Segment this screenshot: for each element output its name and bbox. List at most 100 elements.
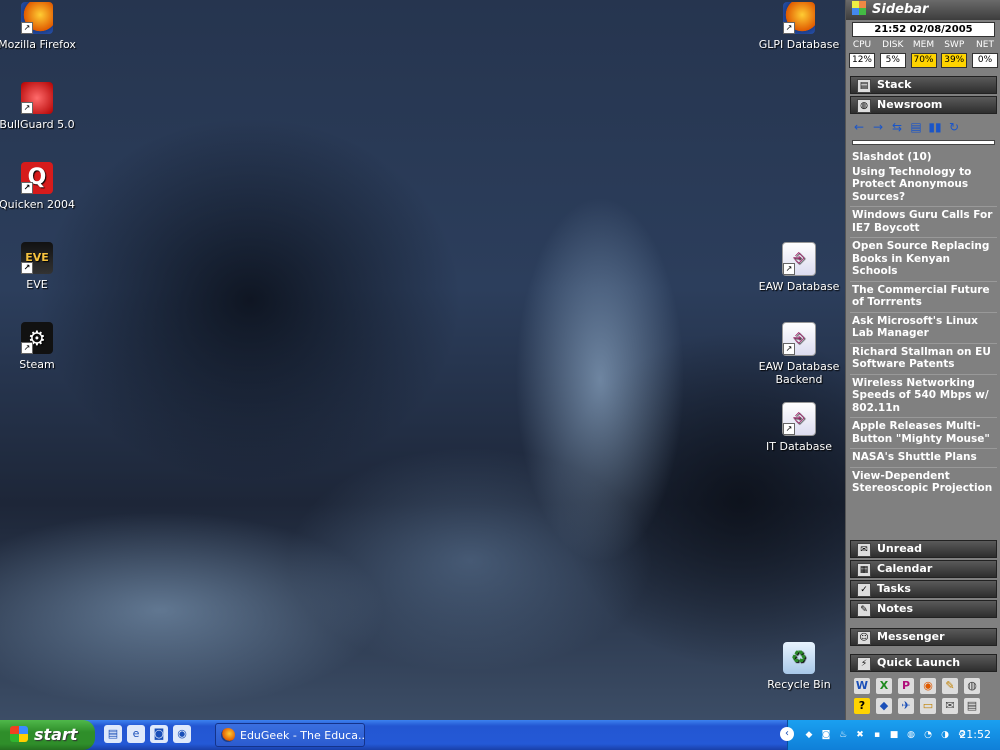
- calendar-icon: ▦: [857, 563, 871, 577]
- access-database-icon: ⎆ ↗: [782, 402, 816, 436]
- desktop-icon-it-database[interactable]: ⎆ ↗ IT Database: [754, 402, 844, 453]
- perf-disk: DISK 5%: [879, 40, 906, 68]
- pencil-icon[interactable]: ✎: [942, 678, 958, 694]
- quick-launch-header[interactable]: ⚡ Quick Launch: [850, 654, 997, 672]
- desktop-icon-firefox[interactable]: ↗ Mozilla Firefox: [0, 2, 82, 51]
- tray-icon[interactable]: ▪: [870, 727, 884, 743]
- back-arrow-icon[interactable]: ←: [852, 120, 866, 134]
- start-button[interactable]: start: [0, 720, 95, 750]
- mail-icon[interactable]: ✉: [942, 698, 958, 714]
- perf-net: NET 0%: [972, 40, 998, 68]
- media-player-icon[interactable]: ◍: [964, 678, 980, 694]
- newsroom-header[interactable]: ◍ Newsroom: [850, 96, 997, 114]
- perf-value: 5%: [879, 53, 906, 68]
- newsroom-icon: ◍: [857, 99, 871, 113]
- news-item[interactable]: Richard Stallman on EU Software Patents: [850, 344, 997, 375]
- gem-icon[interactable]: ◆: [876, 698, 892, 714]
- news-item[interactable]: Ask Microsoft's Linux Lab Manager: [850, 313, 997, 344]
- refresh-icon[interactable]: ↻: [947, 120, 961, 134]
- tray-icon[interactable]: ◆: [802, 727, 816, 743]
- notes-header[interactable]: ✎ Notes: [850, 600, 997, 618]
- news-item[interactable]: Windows Guru Calls For IE7 Boycott: [850, 207, 997, 238]
- taskbar-button-edugeek[interactable]: EduGeek - The Educa...: [215, 723, 365, 747]
- shortcut-arrow-icon: ↗: [783, 423, 795, 435]
- folder-icon[interactable]: ▭: [920, 698, 936, 714]
- taskbar-clock[interactable]: 21:52: [959, 720, 991, 750]
- news-item[interactable]: Wireless Networking Speeds of 540 Mbps w…: [850, 375, 997, 418]
- news-item[interactable]: Using Technology to Protect Anonymous So…: [850, 164, 997, 207]
- taskbar: start ▤ e ◙ ◉ EduGeek - The Educa... ‹ ◆…: [0, 720, 1000, 750]
- quicken-icon: Q ↗: [21, 162, 53, 194]
- read-icon[interactable]: ▮▮: [928, 120, 942, 134]
- tasks-icon: ✓: [857, 583, 871, 597]
- shortcut-arrow-icon: ↗: [783, 22, 795, 34]
- news-item[interactable]: View-Dependent Stereoscopic Projection: [850, 468, 997, 498]
- envelope-icon: ✉: [857, 543, 871, 557]
- tray-icon[interactable]: ◍: [904, 727, 918, 743]
- firefox-icon: ↗: [21, 2, 53, 34]
- news-item[interactable]: Apple Releases Multi-Button "Mighty Mous…: [850, 418, 997, 449]
- desktop-icon-bullguard[interactable]: ↗ BullGuard 5.0: [0, 82, 82, 131]
- tray-icon[interactable]: ■: [887, 727, 901, 743]
- perf-mem: MEM 70%: [910, 40, 937, 68]
- internet-explorer-icon[interactable]: e: [127, 725, 145, 743]
- news-item[interactable]: NASA's Shuttle Plans: [850, 449, 997, 468]
- tray-collapse-icon[interactable]: ‹: [780, 727, 794, 741]
- tasks-header[interactable]: ✓ Tasks: [850, 580, 997, 598]
- forward-arrow-icon[interactable]: →: [871, 120, 885, 134]
- calendar-header[interactable]: ▦ Calendar: [850, 560, 997, 578]
- tray-icon[interactable]: ◙: [819, 727, 833, 743]
- firefox-icon[interactable]: ◉: [920, 678, 936, 694]
- desktop-icon-eaw-database[interactable]: ⎆ ↗ EAW Database: [754, 242, 844, 293]
- publisher-icon[interactable]: P: [898, 678, 914, 694]
- stack-header[interactable]: ▤ Stack: [850, 76, 997, 94]
- show-desktop-icon[interactable]: ▤: [104, 725, 122, 743]
- media-icon[interactable]: ◙: [150, 725, 168, 743]
- windows-logo-icon: [852, 1, 866, 15]
- steam-tray-icon[interactable]: ♨: [836, 727, 850, 743]
- unread-header[interactable]: ✉ Unread: [850, 540, 997, 558]
- news-feed-title[interactable]: Slashdot (10): [850, 149, 997, 164]
- db-glyph: ⎆: [793, 410, 805, 426]
- news-item[interactable]: Open Source Replacing Books in Kenyan Sc…: [850, 238, 997, 282]
- tray-icon[interactable]: ✖: [853, 727, 867, 743]
- unread-label: Unread: [877, 542, 922, 555]
- plane-icon[interactable]: ✈: [898, 698, 914, 714]
- tray-icons: ◆ ◙ ♨ ✖ ▪ ■ ◍ ◔ ◑ ⚙: [802, 727, 969, 743]
- quick-launch-icon: ⚡: [857, 657, 871, 671]
- perf-value: 0%: [972, 53, 998, 68]
- desktop-icon-glpi-database[interactable]: ↗ GLPI Database: [754, 2, 844, 51]
- excel-icon[interactable]: X: [876, 678, 892, 694]
- desktop-icon-quicken[interactable]: Q ↗ Quicken 2004: [0, 162, 82, 211]
- news-list: Slashdot (10) Using Technology to Protec…: [846, 149, 1000, 498]
- desktop-icon-eve[interactable]: EVE ↗ EVE: [0, 242, 82, 291]
- word-icon[interactable]: W: [854, 678, 870, 694]
- desktop-icon-eaw-database-backend[interactable]: ⎆ ↗ EAW Database Backend: [754, 322, 844, 386]
- firefox-icon[interactable]: ◉: [173, 725, 191, 743]
- stack-icon: ▤: [857, 79, 871, 93]
- bin-glyph: ♻: [790, 647, 808, 668]
- help-icon[interactable]: ?: [854, 698, 870, 714]
- switch-feed-icon[interactable]: ⇆: [890, 120, 904, 134]
- printer-icon[interactable]: ▤: [964, 698, 980, 714]
- stack-label: Stack: [877, 78, 912, 91]
- news-item[interactable]: The Commercial Future of Torrrents: [850, 282, 997, 313]
- tray-icon[interactable]: ◑: [938, 727, 952, 743]
- desktop-icon-label: EVE: [26, 278, 48, 291]
- newsroom-label: Newsroom: [877, 98, 943, 111]
- shortcut-arrow-icon: ↗: [21, 22, 33, 34]
- desktop-icon-steam[interactable]: ⚙ ↗ Steam: [0, 322, 82, 371]
- shortcut-arrow-icon: ↗: [783, 343, 795, 355]
- sidebar-title-bar[interactable]: Sidebar: [846, 0, 1000, 20]
- perf-label: DISK: [882, 40, 904, 50]
- perf-value: 39%: [941, 53, 968, 68]
- desktop-icon-label: IT Database: [766, 440, 832, 453]
- desktop-icon-recycle-bin[interactable]: ♻ Recycle Bin: [754, 642, 844, 691]
- desktop-icon-label: EAW Database: [758, 280, 840, 293]
- messenger-header[interactable]: ☺ Messenger: [850, 628, 997, 646]
- firefox-shortcut-icon: ↗: [783, 2, 815, 34]
- tray-icon[interactable]: ◔: [921, 727, 935, 743]
- firefox-icon: [221, 728, 235, 742]
- feeds-list-icon[interactable]: ▤: [909, 120, 923, 134]
- sidebar-title: Sidebar: [872, 2, 929, 17]
